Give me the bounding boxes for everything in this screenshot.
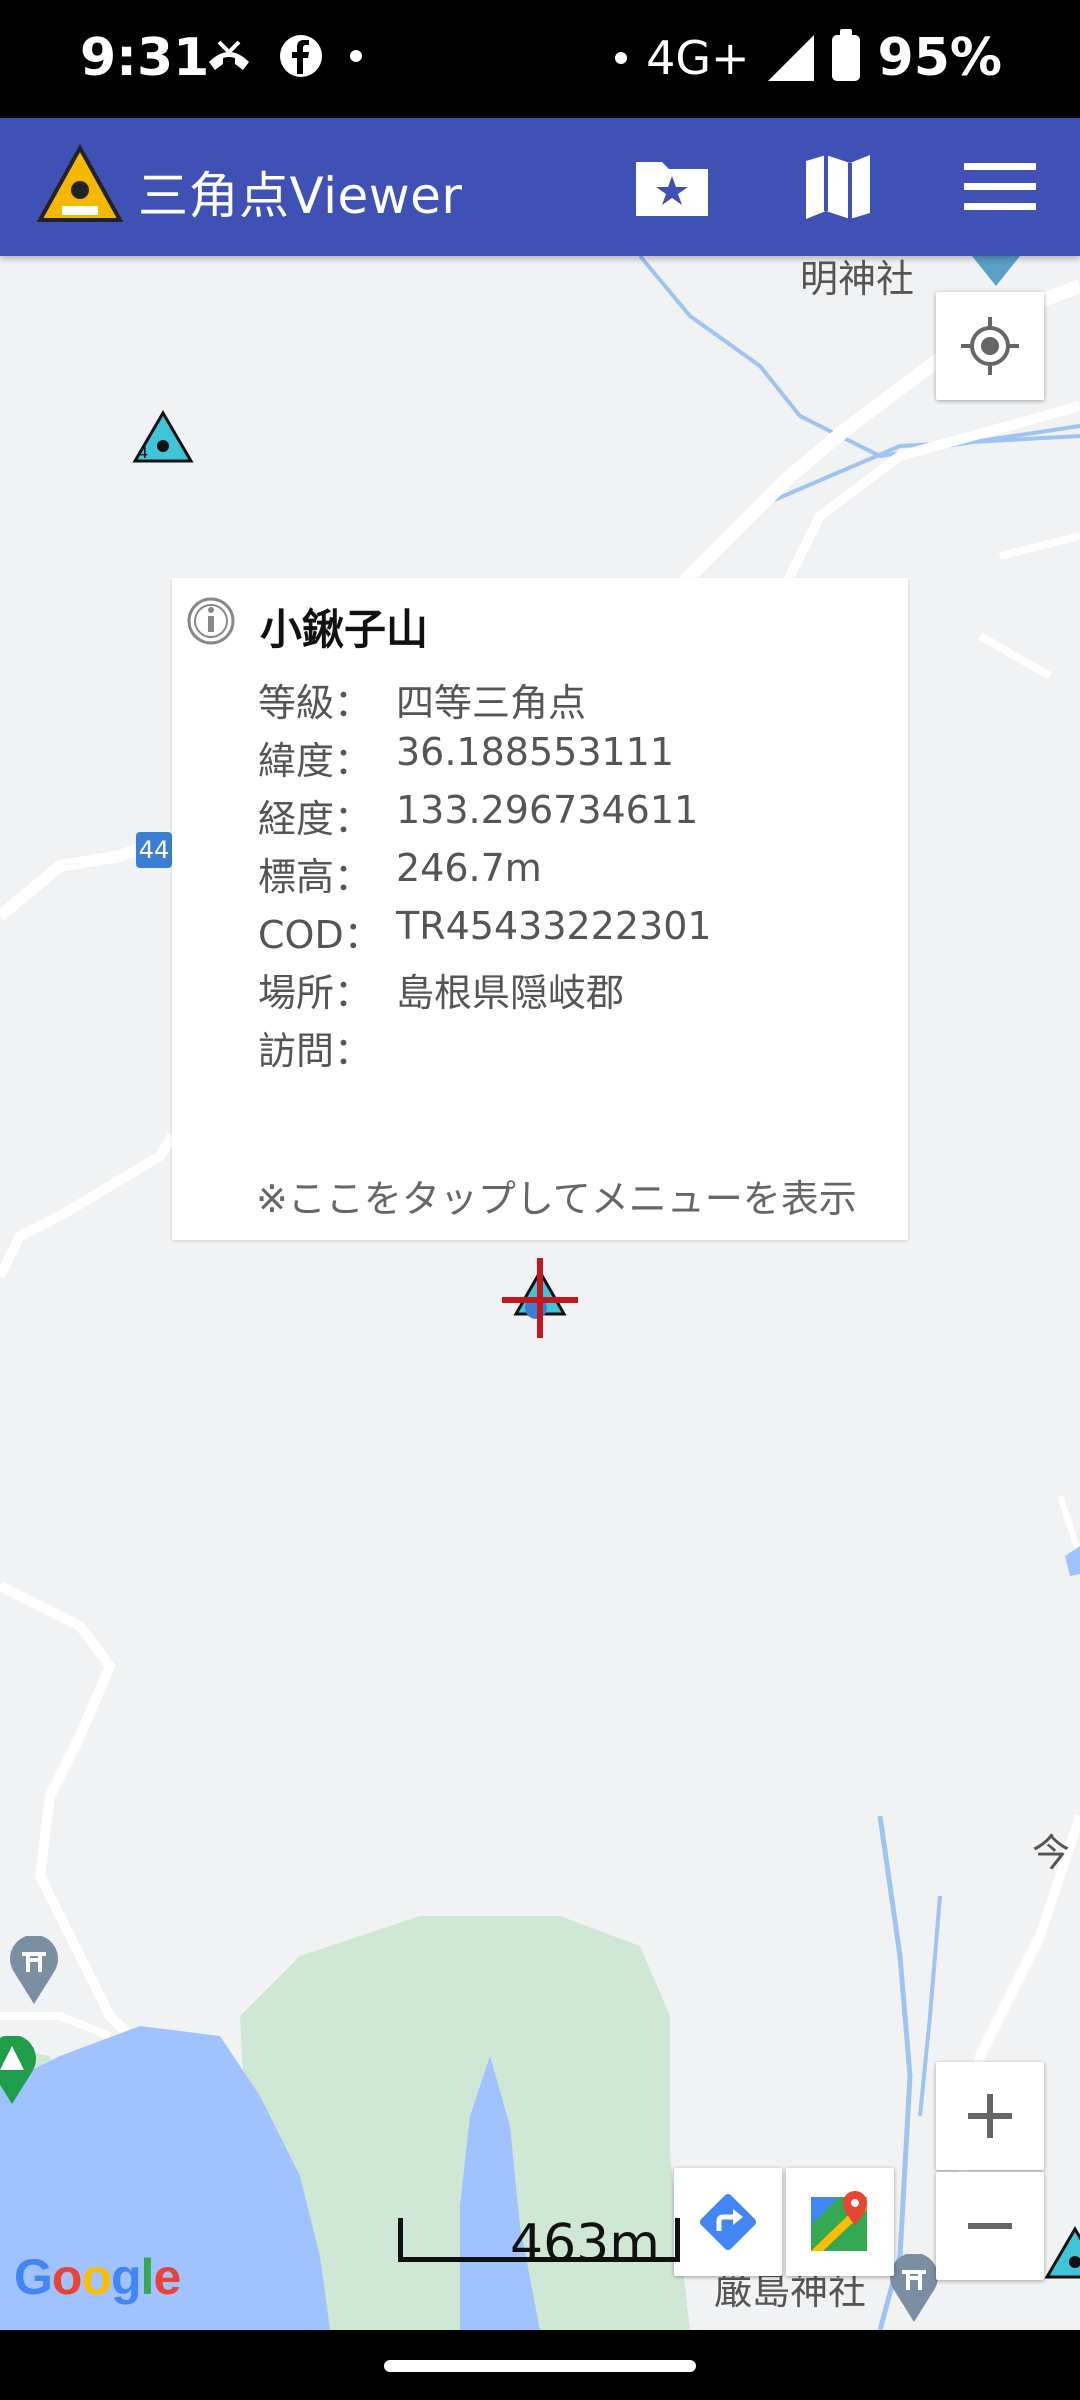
system-nav-bar bbox=[0, 2330, 1080, 2400]
triangulation-point-icon[interactable]: 4 bbox=[132, 410, 194, 464]
place-label-right: 今 bbox=[1032, 1831, 1071, 1875]
detail-value: TR45433222301 bbox=[396, 904, 712, 948]
network-type: 4G+ bbox=[646, 31, 750, 85]
detail-value: 島根県隠岐郡 bbox=[396, 971, 625, 1015]
status-right: 4G+ 95% bbox=[614, 28, 1002, 88]
plus-icon bbox=[968, 2094, 1012, 2138]
detail-value: 36.188553111 bbox=[396, 730, 675, 774]
detail-key: 等級： bbox=[258, 681, 373, 725]
status-time: 9:31 bbox=[80, 28, 210, 88]
app-title: 三角点Viewer bbox=[138, 167, 463, 225]
app-bar: 三角点Viewer bbox=[0, 118, 1080, 256]
svg-text:4: 4 bbox=[138, 443, 148, 462]
battery-level: 95% bbox=[877, 28, 1002, 88]
google-logo: Google bbox=[14, 2249, 181, 2305]
detail-value: 133.296734611 bbox=[396, 788, 699, 832]
point-name: 小鍬子山 bbox=[260, 605, 429, 654]
detail-row-grade: 等級： 四等三角点 bbox=[258, 672, 712, 730]
detail-value: 246.7m bbox=[396, 846, 542, 890]
dot-icon bbox=[615, 52, 628, 64]
detail-key: 標高： bbox=[258, 855, 373, 899]
shrine-pin-icon[interactable] bbox=[888, 2254, 940, 2324]
app-logo-icon bbox=[36, 144, 124, 222]
menu-button[interactable] bbox=[958, 148, 1042, 226]
open-google-maps-button[interactable] bbox=[786, 2168, 894, 2276]
scale-label: 463m bbox=[510, 2214, 660, 2274]
my-location-icon bbox=[961, 317, 1019, 375]
missed-call-icon bbox=[209, 40, 249, 70]
map-icon bbox=[806, 155, 870, 219]
place-label-shrine-top: 明神社 bbox=[800, 257, 915, 301]
directions-icon bbox=[699, 2193, 757, 2251]
zoom-in-button[interactable] bbox=[936, 2062, 1044, 2170]
triangulation-point-icon[interactable] bbox=[1044, 2226, 1080, 2280]
notification-icons bbox=[205, 34, 363, 78]
menu-icon bbox=[964, 163, 1036, 210]
folder-star-icon bbox=[636, 162, 708, 216]
detail-row-visit: 訪問： bbox=[258, 1020, 712, 1078]
detail-row-location: 場所： 島根県隠岐郡 bbox=[258, 962, 712, 1020]
point-details: 等級： 四等三角点 緯度： 36.188553111 経度： 133.29673461… bbox=[258, 672, 712, 1078]
detail-row-code: COD： TR45433222301 bbox=[258, 904, 712, 962]
map-view[interactable]: 明神社 今 厳島神社 44 4 小鍬子山 等級： 四等三角点 緯度： 36.18… bbox=[0, 256, 1080, 2330]
road-number-badge: 44 bbox=[136, 832, 172, 868]
detail-value: 四等三角点 bbox=[396, 681, 587, 725]
shrine-pin-icon[interactable] bbox=[8, 1936, 60, 2006]
signal-icon bbox=[767, 35, 814, 81]
minus-icon bbox=[968, 2223, 1012, 2229]
detail-key: 場所： bbox=[258, 971, 373, 1015]
map-type-button[interactable] bbox=[796, 148, 880, 226]
selected-point-marker[interactable] bbox=[500, 1258, 580, 1338]
battery-icon bbox=[831, 29, 860, 81]
detail-row-latitude: 緯度： 36.188553111 bbox=[258, 730, 712, 788]
favorites-folder-button[interactable] bbox=[630, 148, 714, 226]
park-pin-icon[interactable] bbox=[0, 2036, 38, 2106]
status-bar: 9:31 4G+ 95% bbox=[0, 0, 1080, 118]
detail-key: 経度： bbox=[258, 797, 373, 841]
google-maps-icon bbox=[811, 2191, 867, 2251]
home-gesture-handle[interactable] bbox=[384, 2360, 696, 2372]
detail-key: 訪問： bbox=[258, 1029, 373, 1073]
detail-key: 緯度： bbox=[258, 739, 373, 783]
zoom-out-button[interactable] bbox=[936, 2172, 1044, 2280]
detail-key: COD： bbox=[258, 913, 382, 957]
point-info-popup[interactable]: 小鍬子山 等級： 四等三角点 緯度： 36.188553111 経度： 133.296… bbox=[172, 578, 908, 1240]
my-location-button[interactable] bbox=[936, 292, 1044, 400]
info-icon bbox=[187, 597, 235, 645]
facebook-icon bbox=[280, 35, 322, 77]
dot-icon bbox=[350, 50, 362, 62]
popup-menu-hint: ※ここをタップしてメニューを表示 bbox=[256, 1177, 857, 1221]
detail-row-longitude: 経度： 133.296734611 bbox=[258, 788, 712, 846]
directions-button[interactable] bbox=[674, 2168, 782, 2276]
detail-row-elevation: 標高： 246.7m bbox=[258, 846, 712, 904]
